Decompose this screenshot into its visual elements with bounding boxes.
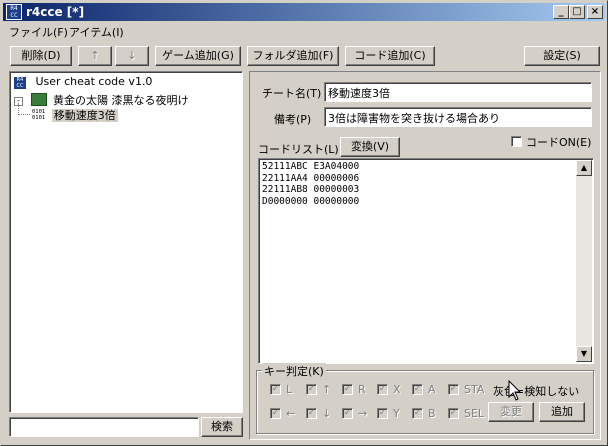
cheat-detail-panel: チート名(T) 移動速度3倍 備考(P) 3倍は障害物を突き抜ける場合あり コー… xyxy=(249,71,601,440)
key-label: ↓ xyxy=(322,407,332,420)
tree-line xyxy=(18,114,30,116)
main-window: R4 CC r4cce [*] _ □ × ファイル(F) アイテム(I) 削除(… xyxy=(0,0,608,446)
key-checkbox[interactable]: ✓ xyxy=(306,408,317,419)
change-button[interactable]: 変更 xyxy=(488,402,534,422)
convert-button[interactable]: 変換(V) xyxy=(340,137,400,157)
tree-game-label: 黄金の太陽 漆黒なる夜明け xyxy=(53,94,189,107)
close-icon: × xyxy=(590,6,600,17)
game-card-icon xyxy=(30,93,47,106)
maximize-icon: □ xyxy=(572,6,582,17)
close-button[interactable]: × xyxy=(587,5,603,19)
tree-item-game[interactable]: - 黄金の太陽 漆黒なる夜明け xyxy=(14,92,189,108)
key-label: A xyxy=(428,383,436,396)
app-icon: R4 CC xyxy=(6,4,22,20)
key-checkbox[interactable]: ✓ xyxy=(342,384,353,395)
cheat-name-label: チート名(T) xyxy=(262,87,322,100)
move-up-button[interactable]: ↑ xyxy=(78,46,112,66)
database-icon: R4 CC xyxy=(14,77,26,89)
tree-item-root[interactable]: R4 CC User cheat code v1.0 xyxy=(14,75,152,89)
add-folder-button[interactable]: フォルダ追加(F) xyxy=(247,46,339,66)
note-value: 3倍は障害物を突き抜ける場合あり xyxy=(328,112,500,125)
key-checkbox[interactable]: ✓ xyxy=(342,408,353,419)
key-checkbox[interactable]: ✓ xyxy=(270,408,281,419)
code-on-label: コードON(E) xyxy=(526,136,592,149)
tree-code-label: 移動速度3倍 xyxy=(51,109,118,122)
menu-bar: ファイル(F) アイテム(I) xyxy=(3,22,605,40)
menu-item[interactable]: アイテム(I) xyxy=(69,24,124,40)
key-checkbox[interactable]: ✓ xyxy=(448,384,459,395)
cheat-name-value: 移動速度3倍 xyxy=(328,87,390,100)
settings-button[interactable]: 設定(S) xyxy=(524,46,600,66)
note-input[interactable]: 3倍は障害物を突き抜ける場合あり xyxy=(324,107,592,127)
note-label: 備考(P) xyxy=(274,113,312,126)
add-game-button[interactable]: ゲーム追加(G) xyxy=(155,46,241,66)
menu-file[interactable]: ファイル(F) xyxy=(9,24,68,40)
key-checkbox[interactable]: ✓ xyxy=(412,408,423,419)
code-binary-icon: 0101 0101 xyxy=(32,109,46,121)
delete-button[interactable]: 削除(D) xyxy=(10,46,72,66)
key-label: ← xyxy=(286,407,296,420)
tree-item-code[interactable]: 0101 0101 移動速度3倍 xyxy=(32,107,118,123)
minimize-button[interactable]: _ xyxy=(553,5,569,19)
key-label: B xyxy=(428,407,436,420)
key-checkbox[interactable]: ✓ xyxy=(448,408,459,419)
key-judge-label: キー判定(K) xyxy=(262,363,326,379)
move-down-button[interactable]: ↓ xyxy=(115,46,149,66)
add-code-button[interactable]: コード追加(C) xyxy=(345,46,435,66)
key-checkbox[interactable]: ✓ xyxy=(270,384,281,395)
cheat-name-input[interactable]: 移動速度3倍 xyxy=(324,82,592,102)
title-bar[interactable]: R4 CC r4cce [*] _ □ × xyxy=(3,3,605,21)
search-button[interactable]: 検索 xyxy=(201,417,243,437)
key-label: SEL xyxy=(464,407,485,420)
code-list-textarea[interactable]: 52111ABC E3A04000 22111AA4 00000006 2211… xyxy=(258,158,594,364)
key-label: → xyxy=(358,407,368,420)
code-on-checkbox[interactable] xyxy=(511,136,522,147)
cheat-tree[interactable]: R4 CC User cheat code v1.0 - 黄金の太陽 漆黒なる夜明… xyxy=(9,71,243,413)
key-checkbox[interactable]: ✓ xyxy=(306,384,317,395)
tree-root-label: User cheat code v1.0 xyxy=(35,75,153,88)
search-input[interactable] xyxy=(9,417,199,437)
add-button[interactable]: 追加 xyxy=(539,402,585,422)
key-label: STA xyxy=(464,383,485,396)
minimize-icon: _ xyxy=(558,6,564,17)
key-label: ↑ xyxy=(322,383,332,396)
code-list-label: コードリスト(L) xyxy=(258,143,339,156)
mouse-cursor-icon xyxy=(508,380,522,401)
key-checkbox[interactable]: ✓ xyxy=(377,408,388,419)
scroll-down-icon[interactable]: ▼ xyxy=(576,346,592,362)
window-title: r4cce [*] xyxy=(26,5,85,19)
key-checkbox[interactable]: ✓ xyxy=(377,384,388,395)
key-label: R xyxy=(358,383,366,396)
gray-note-label: 灰色=検知しない xyxy=(493,385,580,398)
key-checkbox[interactable]: ✓ xyxy=(412,384,423,395)
key-label: X xyxy=(393,383,401,396)
maximize-button[interactable]: □ xyxy=(569,5,585,19)
code-list-text: 52111ABC E3A04000 22111AA4 00000006 2211… xyxy=(262,161,360,207)
key-label: L xyxy=(286,383,293,396)
scroll-up-icon[interactable]: ▲ xyxy=(576,160,592,176)
key-label: Y xyxy=(393,407,400,420)
code-list-scrollbar[interactable]: ▲ ▼ xyxy=(576,160,592,362)
